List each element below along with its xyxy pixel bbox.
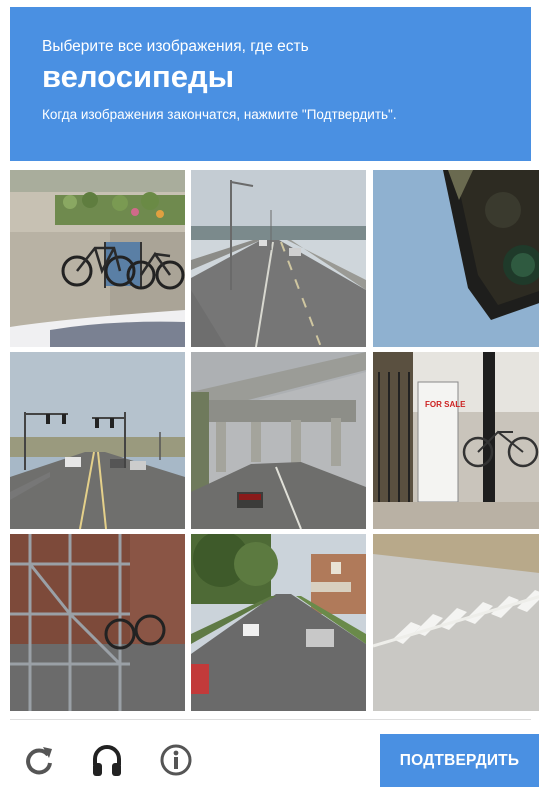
instruction-text: Выберите все изображения, где есть — [42, 38, 309, 55]
image-tile-4[interactable] — [10, 352, 185, 529]
tile-image-crosswalk — [373, 534, 539, 711]
image-tile-1[interactable] — [10, 170, 185, 347]
target-object-keyword: велосипеды — [42, 59, 235, 94]
tile-image-bridge-road — [191, 170, 366, 347]
challenge-header: Выберите все изображения, где есть велос… — [10, 7, 531, 161]
verify-button[interactable]: ПОДТВЕРДИТЬ — [380, 734, 539, 787]
image-tile-9[interactable] — [373, 534, 539, 711]
tile-image-residential-street — [191, 534, 366, 711]
tile-image-traffic-light — [373, 170, 539, 347]
image-tile-7[interactable] — [10, 534, 185, 711]
tile-image-scaffolding — [10, 534, 185, 711]
info-icon[interactable] — [159, 743, 193, 777]
image-tile-8[interactable] — [191, 534, 366, 711]
image-grid: FOR SALE — [10, 170, 539, 711]
tile-image-for-sale-bicycle: FOR SALE — [373, 352, 539, 529]
tile-image-bicycles-parked — [10, 170, 185, 347]
image-tile-5[interactable] — [191, 352, 366, 529]
reload-icon[interactable] — [22, 743, 56, 777]
tile-image-road-traffic-lights — [10, 352, 185, 529]
instruction-hint: Когда изображения закончатся, нажмите "П… — [42, 107, 397, 122]
for-sale-sign-text: FOR SALE — [425, 400, 466, 409]
image-tile-6[interactable]: FOR SALE — [373, 352, 539, 529]
image-tile-2[interactable] — [191, 170, 366, 347]
tile-image-highway-overpass — [191, 352, 366, 529]
image-tile-3[interactable] — [373, 170, 539, 347]
footer-divider — [10, 719, 531, 720]
headphones-icon[interactable] — [90, 743, 124, 777]
